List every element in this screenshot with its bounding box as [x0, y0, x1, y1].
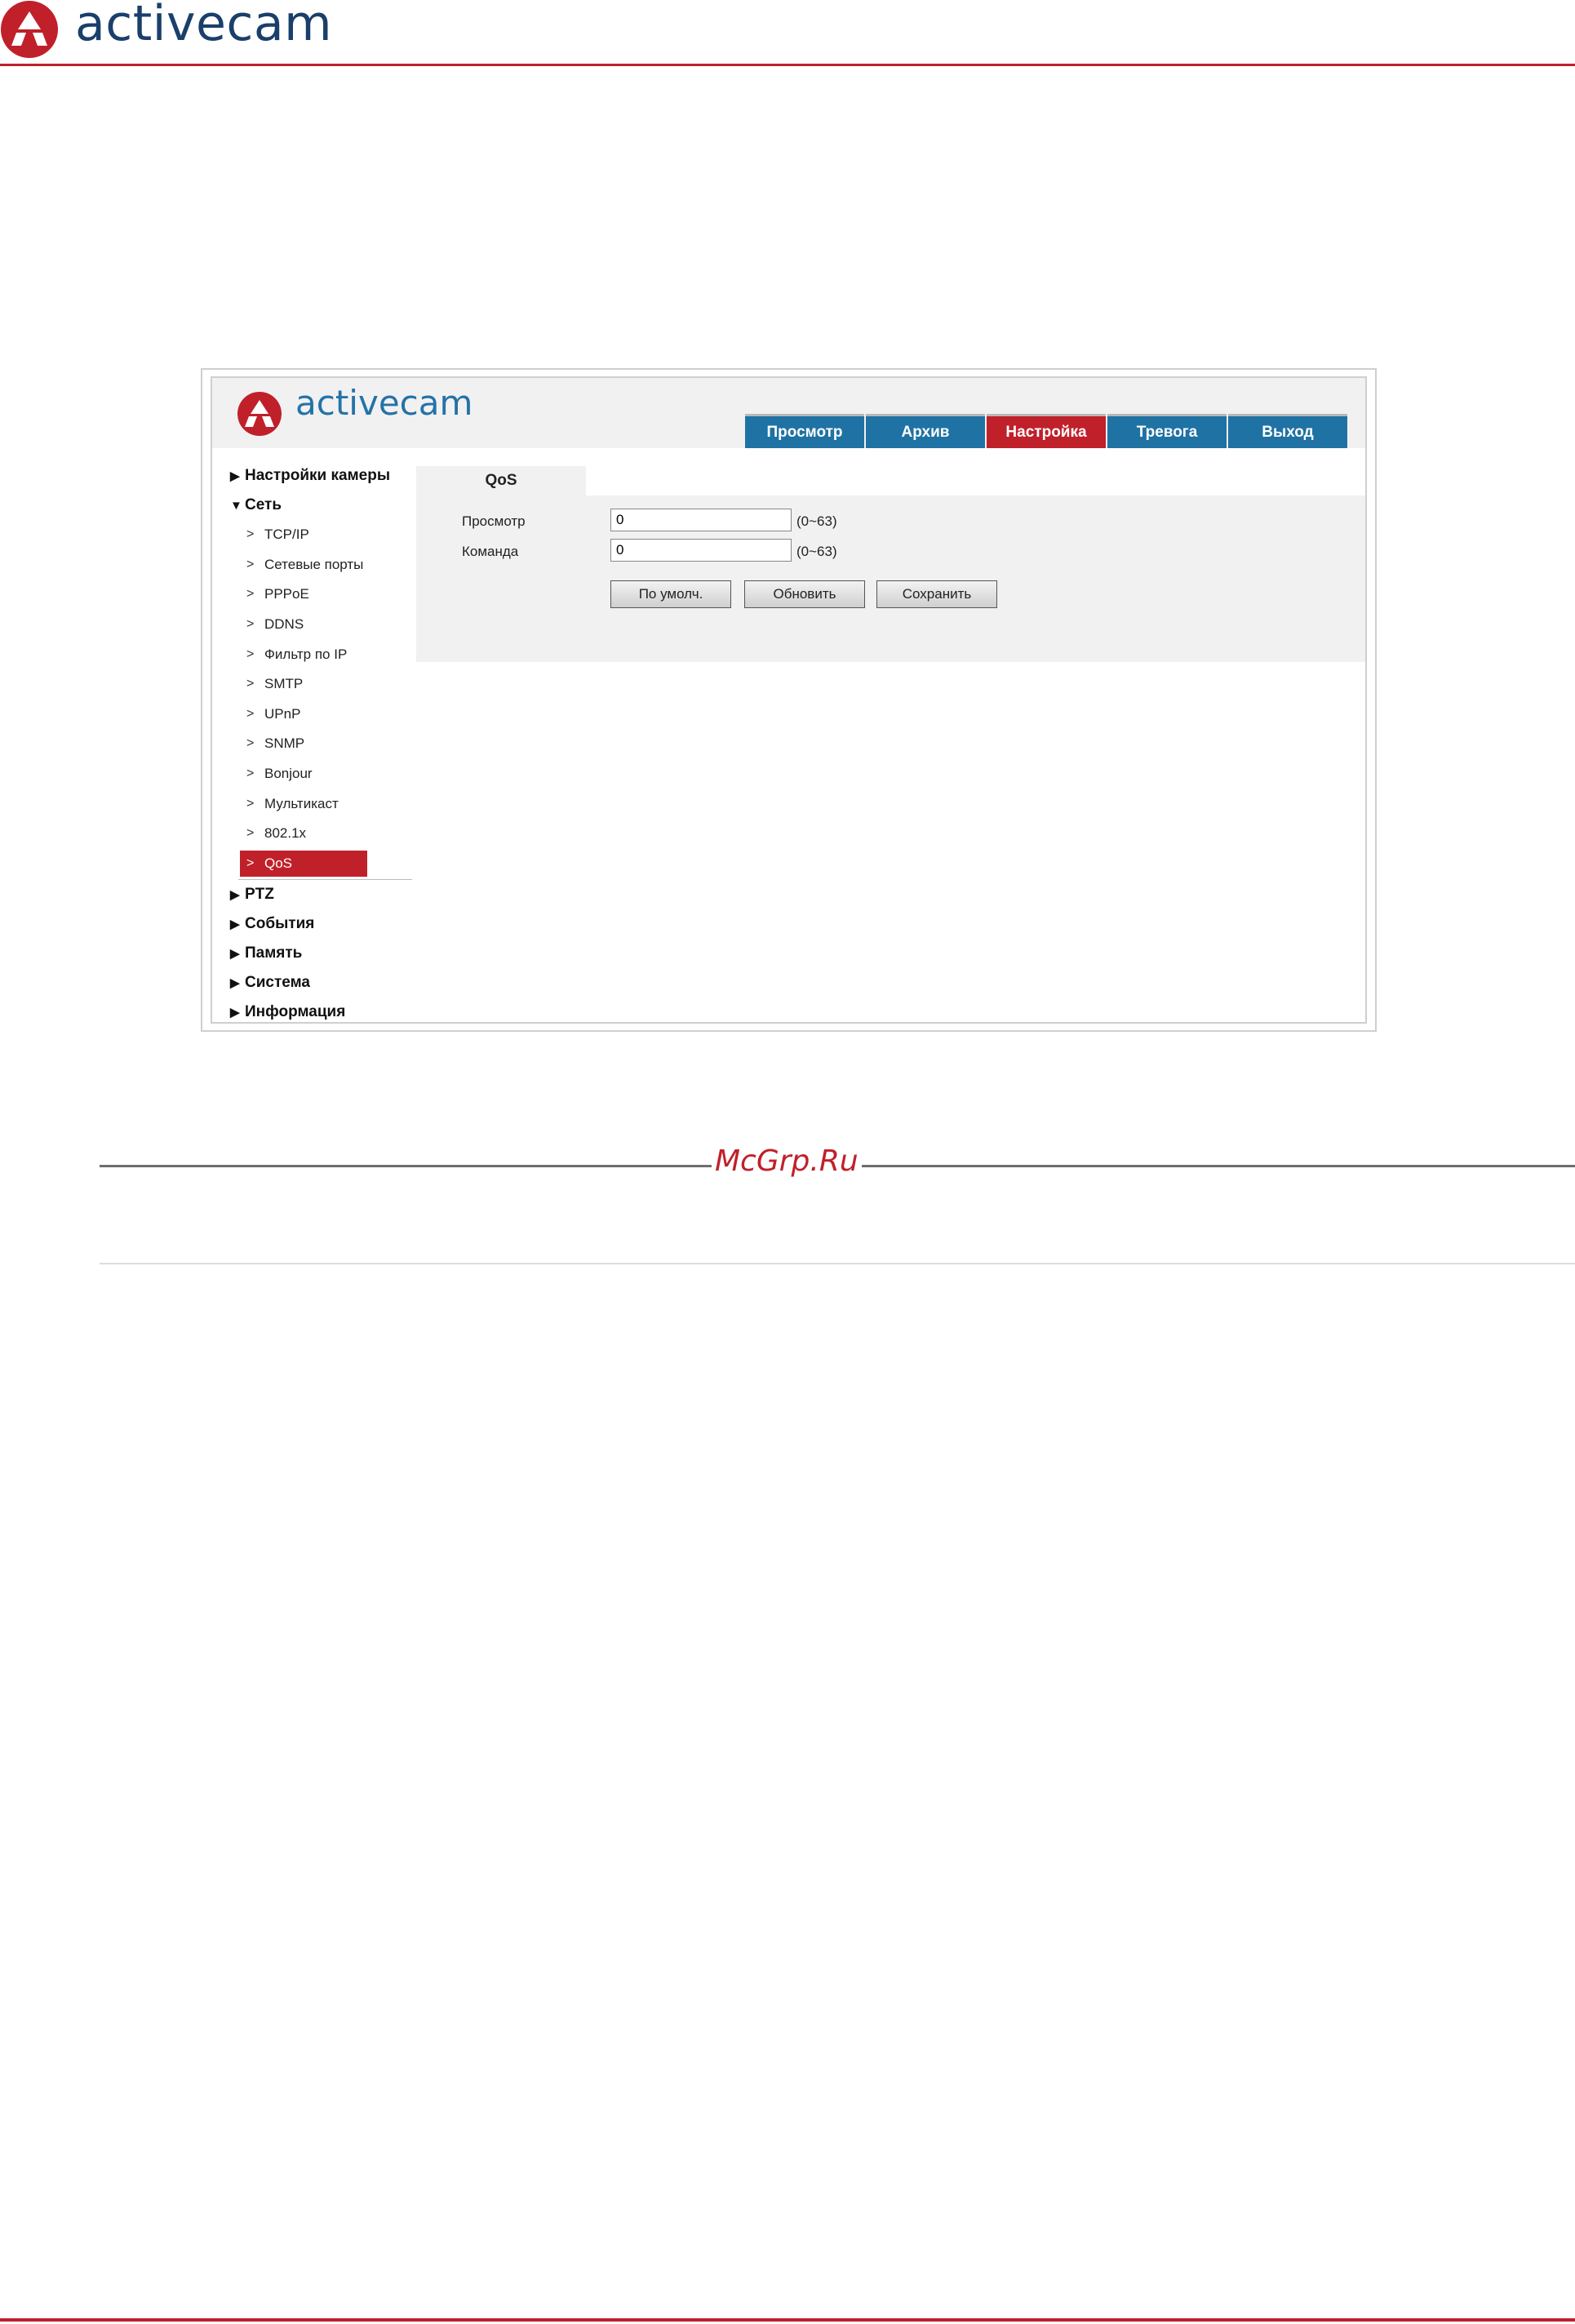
view-dscp-input[interactable] [610, 509, 792, 531]
sidebar-section-label: Память [245, 944, 303, 962]
sidebar-item-label: QoS [264, 855, 293, 871]
sidebar-item-snmp[interactable]: > SNMP [230, 729, 410, 759]
header-divider [0, 64, 1575, 66]
chevron-right-icon: > [246, 617, 255, 632]
sidebar-item-label: 802.1x [264, 825, 307, 842]
sidebar-section-events[interactable]: ▶ События [230, 909, 410, 939]
sidebar-item-tcpip[interactable]: > TCP/IP [230, 520, 410, 550]
sidebar-item-8021x[interactable]: >802.1x [230, 819, 410, 849]
default-button[interactable]: По умолч. [610, 580, 731, 608]
section-divider-light [100, 1263, 1575, 1264]
chevron-right-icon: > [246, 647, 255, 661]
sidebar-item-ddns[interactable]: > DDNS [230, 610, 410, 640]
sidebar-item-qos[interactable]: > QoS [240, 850, 367, 877]
sidebar-item-ip-filter[interactable]: > Фильтр по IP [230, 639, 410, 669]
tab-view[interactable]: Просмотр [745, 414, 864, 448]
chevron-right-icon: > [246, 796, 255, 811]
command-dscp-input[interactable] [610, 539, 792, 562]
settings-sidebar: ▶ Настройки камеры ▼ Сеть > TCP/IP > Сетев… [230, 461, 412, 1027]
sidebar-section-label: Сеть [245, 496, 282, 513]
triangle-right-icon: ▶ [230, 469, 240, 483]
sidebar-item-label: SMTP [264, 676, 304, 692]
qos-settings-panel: Просмотр (0~63) Команда (0~63) По умолч.… [416, 495, 1365, 662]
command-range-hint: (0~63) [796, 544, 837, 559]
tab-archive[interactable]: Архив [866, 414, 985, 448]
sidebar-section-label: События [245, 914, 315, 932]
sidebar-item-label: Мультикаст [264, 795, 339, 811]
view-range-hint: (0~63) [796, 513, 837, 529]
chevron-right-icon: > [246, 767, 255, 781]
sidebar-section-label: PTZ [245, 885, 274, 903]
activecam-logo-icon [1, 1, 58, 58]
chevron-right-icon: > [246, 587, 255, 602]
tab-settings[interactable]: Настройка [987, 414, 1106, 448]
chevron-right-icon: > [246, 677, 255, 691]
camera-web-ui: activecam Просмотр Архив Настройка Трево… [211, 376, 1367, 1024]
command-field-label: Команда [462, 544, 519, 559]
camera-web-ui-screenshot: activecam Просмотр Архив Настройка Трево… [201, 368, 1377, 1032]
sidebar-item-multicast[interactable]: > Мультикаст [230, 789, 410, 819]
tab-logout[interactable]: Выход [1228, 414, 1347, 448]
triangle-right-icon: ▶ [230, 1005, 240, 1020]
triangle-right-icon: ▶ [230, 975, 240, 990]
sidebar-section-storage[interactable]: ▶ Память [230, 939, 410, 968]
chevron-right-icon: > [246, 527, 255, 542]
sidebar-section-label: Информация [245, 1002, 346, 1020]
footer-divider [0, 2318, 1575, 2322]
content-tab-qos[interactable]: QoS [416, 466, 586, 495]
triangle-right-icon: ▶ [230, 946, 240, 961]
sidebar-item-pppoe[interactable]: > PPPoE [230, 580, 410, 610]
sidebar-item-label: PPPoE [264, 586, 309, 602]
sidebar-item-upnp[interactable]: > UPnP [230, 700, 410, 730]
sidebar-item-label: TCP/IP [264, 527, 309, 543]
sidebar-item-smtp[interactable]: > SMTP [230, 669, 410, 700]
save-button[interactable]: Сохранить [876, 580, 997, 608]
app-header: activecam Просмотр Архив Настройка Трево… [212, 378, 1365, 448]
tab-alarm[interactable]: Тревога [1107, 414, 1227, 448]
triangle-right-icon: ▶ [230, 917, 240, 931]
chevron-right-icon: > [246, 855, 255, 870]
sidebar-item-label: SNMP [264, 735, 305, 752]
activecam-app-logo-icon [237, 392, 282, 436]
chevron-right-icon: > [246, 706, 255, 721]
sidebar-section-network[interactable]: ▼ Сеть [230, 491, 410, 520]
refresh-button[interactable]: Обновить [744, 580, 865, 608]
sidebar-item-network-ports[interactable]: > Сетевые порты [230, 550, 410, 580]
triangle-down-icon: ▼ [230, 498, 242, 513]
page-logo-text: activecam [75, 0, 333, 52]
sidebar-item-label: Bonjour [264, 766, 313, 782]
sidebar-item-bonjour[interactable]: > Bonjour [230, 759, 410, 789]
chevron-right-icon: > [246, 736, 255, 751]
watermark: McGrp.Ru [712, 1144, 862, 1178]
chevron-right-icon: > [246, 826, 255, 841]
chevron-right-icon: > [246, 557, 255, 571]
sidebar-section-info[interactable]: ▶ Информация [230, 998, 410, 1027]
sidebar-section-system[interactable]: ▶ Система [230, 968, 410, 998]
sidebar-item-label: Фильтр по IP [264, 646, 348, 662]
sidebar-item-label: UPnP [264, 705, 301, 722]
sidebar-item-label: DDNS [264, 616, 304, 633]
sidebar-item-label: Сетевые порты [264, 556, 364, 572]
sidebar-section-camera-settings[interactable]: ▶ Настройки камеры [230, 461, 410, 491]
page-header: activecam [0, 0, 1575, 66]
view-field-label: Просмотр [462, 513, 526, 529]
app-logo-text: activecam [295, 383, 473, 423]
sidebar-section-label: Настройки камеры [245, 467, 391, 484]
triangle-right-icon: ▶ [230, 887, 240, 902]
sidebar-section-label: Система [245, 973, 310, 991]
sidebar-section-ptz[interactable]: ▶ PTZ [230, 880, 410, 909]
main-nav-tabs: Просмотр Архив Настройка Тревога Выход [745, 414, 1347, 448]
